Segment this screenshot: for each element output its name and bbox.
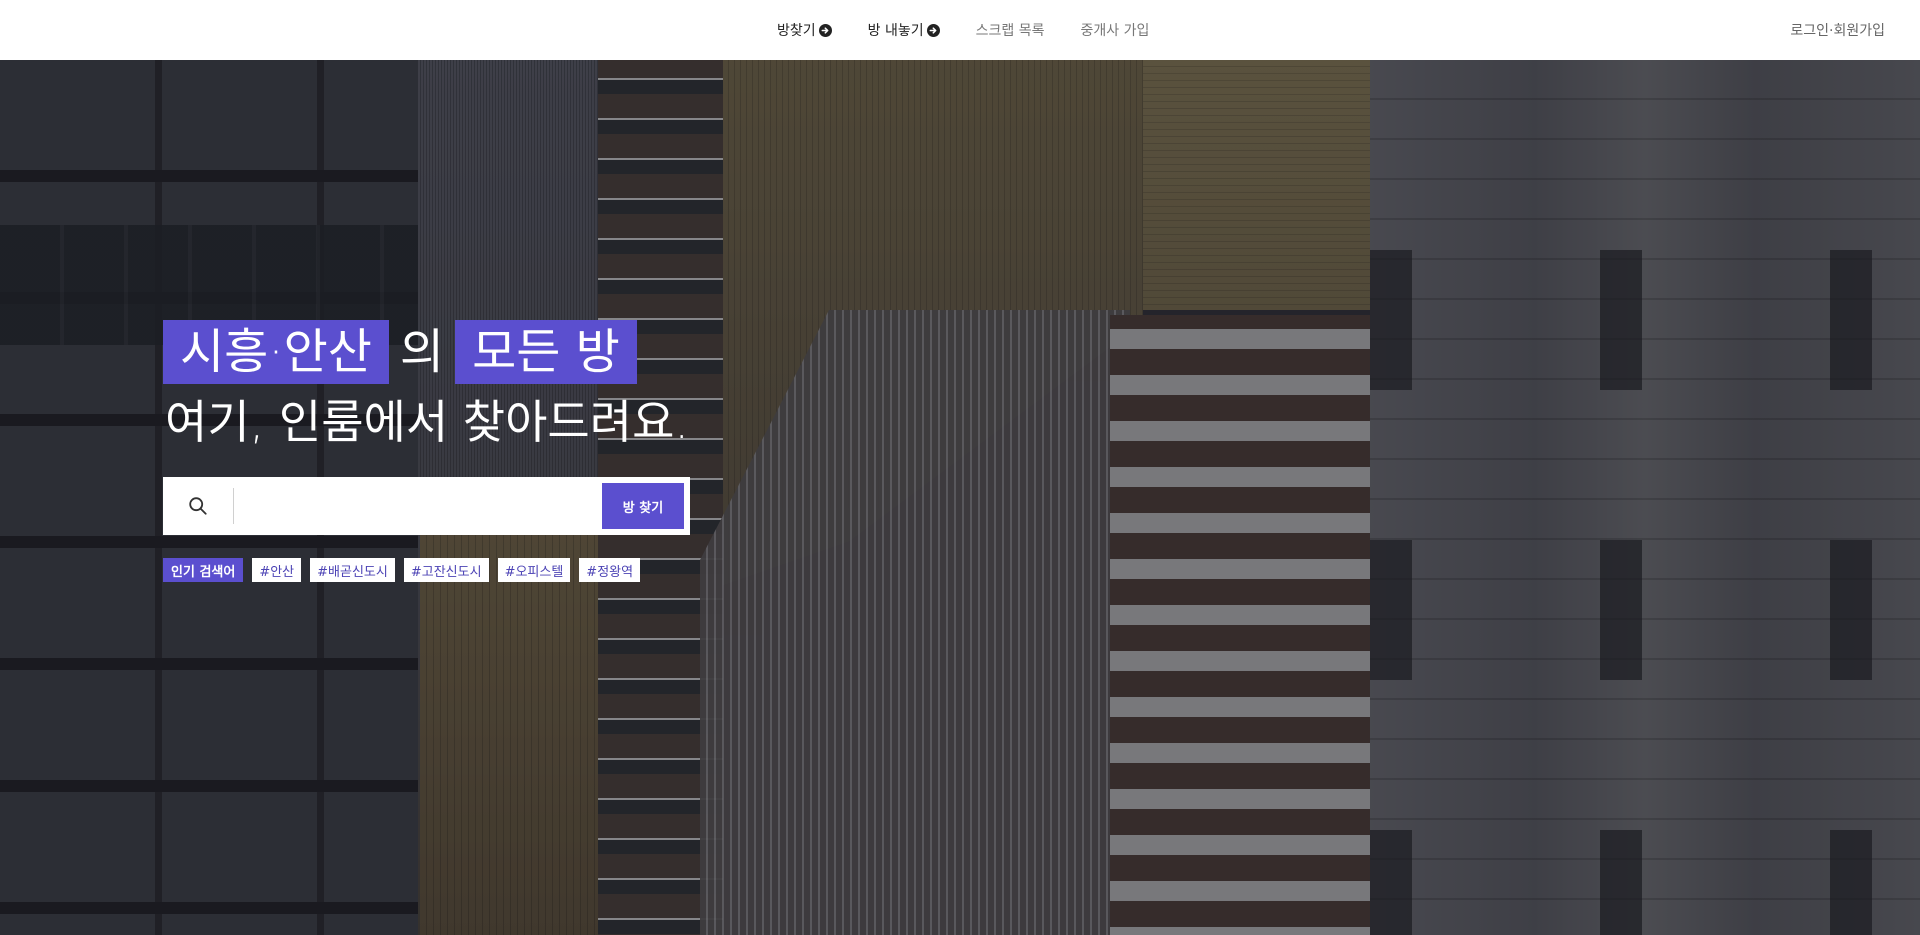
hero-section: 시흥·안산 의 모든 방 여기, 인룸에서 찾아드려요. 방 찾기 인기 검색어… [0,60,1920,935]
headline-highlight: 모든 방 [455,320,637,384]
headline-particle: 의 [399,324,445,380]
popular-keywords: 인기 검색어 #안산 #배곧신도시 #고잔신도시 #오피스텔 #정왕역 [163,558,649,582]
nav-scrap-list-label: 스크랩 목록 [975,23,1045,39]
keyword-tag[interactable]: #정왕역 [579,558,641,582]
popular-keywords-label: 인기 검색어 [163,558,244,582]
search-icon [163,477,233,535]
search-bar: 방 찾기 [163,477,690,535]
login-signup-link[interactable]: 로그인·회원가입 [1790,0,1885,60]
nav-agent-signup[interactable]: 중개사 가입 [1080,20,1149,40]
hero-headline: 시흥·안산 의 모든 방 여기, 인룸에서 찾아드려요. [163,320,689,450]
main-nav: 방찾기 방 내놓기 스크랩 목록 중개사 가입 [777,0,1185,60]
search-input[interactable] [234,477,602,535]
nav-agent-signup-label: 중개사 가입 [1080,23,1150,39]
top-header: 방찾기 방 내놓기 스크랩 목록 중개사 가입 로그인·회원가입 [0,0,1920,60]
keyword-tag[interactable]: #오피스텔 [497,558,571,582]
arrow-circle-right-icon [926,23,940,37]
headline-line-2: 여기, 인룸에서 찾아드려요. [165,395,690,449]
keyword-tag[interactable]: #안산 [252,558,302,582]
nav-find-room-label: 방찾기 [777,23,816,39]
headline-region: 시흥·안산 [163,320,389,384]
nav-list-room-label: 방 내놓기 [867,23,924,39]
nav-scrap-list[interactable]: 스크랩 목록 [976,20,1045,40]
keyword-tag[interactable]: #배곧신도시 [310,558,395,582]
headline-line-1: 시흥·안산 의 모든 방 [163,320,689,384]
nav-find-room[interactable]: 방찾기 [777,20,832,40]
keyword-tag[interactable]: #고잔신도시 [403,558,489,582]
nav-list-room[interactable]: 방 내놓기 [868,20,940,40]
arrow-circle-right-icon [818,23,832,37]
find-room-button[interactable]: 방 찾기 [602,483,684,529]
